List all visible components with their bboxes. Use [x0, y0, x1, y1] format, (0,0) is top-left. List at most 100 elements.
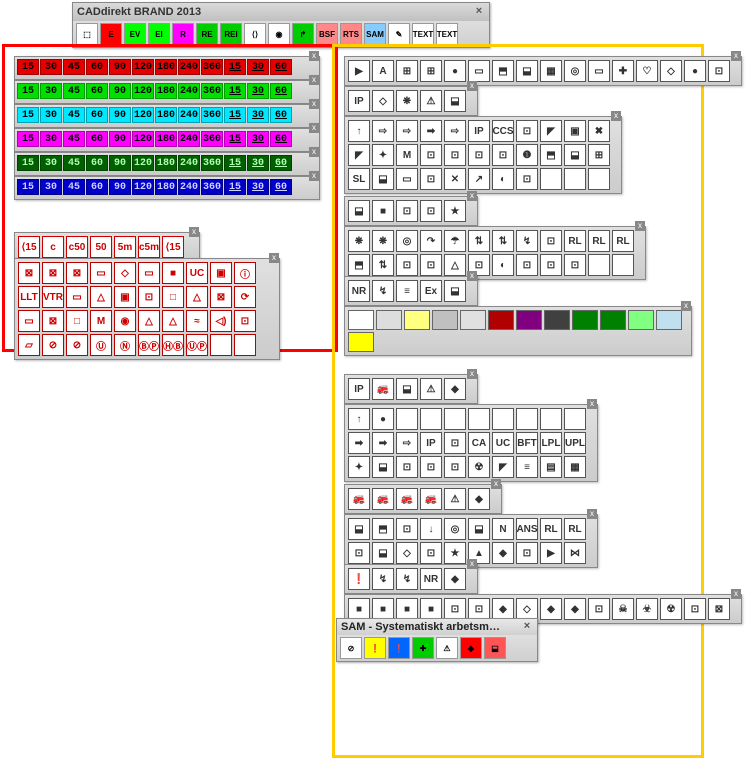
color-swatch[interactable]	[348, 332, 374, 352]
main-titlebar[interactable]: CADdirekt BRAND 2013 ×	[73, 3, 489, 21]
number-cell[interactable]: 360	[201, 179, 223, 195]
color-swatch[interactable]	[460, 310, 486, 330]
color-swatch[interactable]	[600, 310, 626, 330]
symbol-button[interactable]: ◁)	[210, 310, 232, 332]
close-icon[interactable]: x	[309, 147, 319, 157]
close-icon[interactable]: ×	[521, 621, 533, 633]
symbol-button[interactable]: ᴄ50	[66, 236, 88, 258]
symbol-button[interactable]: ■	[372, 598, 394, 620]
number-cell[interactable]: 45	[63, 155, 85, 171]
symbol-button[interactable]: ■	[348, 598, 370, 620]
symbol-button[interactable]: ↗	[468, 168, 490, 190]
toolbar-button[interactable]: ↱	[292, 23, 314, 45]
symbol-button[interactable]: ⊡	[396, 254, 418, 276]
number-cell[interactable]: 360	[201, 131, 223, 147]
symbol-button[interactable]: ↑	[348, 120, 370, 142]
symbol-button[interactable]: ▭	[396, 168, 418, 190]
symbol-button[interactable]: ⊡	[468, 598, 490, 620]
close-icon[interactable]: x	[681, 301, 691, 311]
symbol-button[interactable]: RL	[564, 230, 586, 252]
number-cell[interactable]: 180	[155, 155, 177, 171]
symbol-button[interactable]: ▣	[210, 262, 232, 284]
symbol-button[interactable]: ⊡	[684, 598, 706, 620]
toolbar-button[interactable]: TEXT	[436, 23, 458, 45]
number-cell[interactable]: 30	[40, 83, 62, 99]
symbol-button[interactable]: ◆	[564, 598, 586, 620]
symbol-button[interactable]: ↷	[420, 230, 442, 252]
symbol-button[interactable]: ◤	[348, 144, 370, 166]
symbol-button[interactable]: ■	[396, 598, 418, 620]
symbol-button[interactable]: CCS	[492, 120, 514, 142]
symbol-button[interactable]: ⇨	[396, 120, 418, 142]
number-cell[interactable]: 45	[63, 131, 85, 147]
toolbar-button[interactable]: ⟨⟩	[244, 23, 266, 45]
symbol-button[interactable]: ≈	[186, 310, 208, 332]
symbol-button[interactable]: ⟨15	[162, 236, 184, 258]
number-cell[interactable]: 60	[270, 83, 292, 99]
symbol-button[interactable]	[444, 408, 466, 430]
symbol-button[interactable]: ⊡	[396, 518, 418, 540]
symbol-button[interactable]: ↯	[372, 280, 394, 302]
symbol-button[interactable]: ⊠	[18, 262, 40, 284]
close-icon[interactable]: x	[309, 75, 319, 85]
symbol-button[interactable]: RL	[612, 230, 634, 252]
symbol-button[interactable]: ⬒	[372, 518, 394, 540]
symbol-button[interactable]: ◇	[660, 60, 682, 82]
number-cell[interactable]: 60	[270, 131, 292, 147]
symbol-button[interactable]: ⊡	[516, 120, 538, 142]
number-cell[interactable]: 60	[270, 107, 292, 123]
number-cell[interactable]: 180	[155, 59, 177, 75]
symbol-button[interactable]: NR	[420, 568, 442, 590]
symbol-button[interactable]: ⊡	[468, 144, 490, 166]
symbol-button[interactable]	[564, 408, 586, 430]
symbol-button[interactable]	[588, 168, 610, 190]
symbol-button[interactable]	[492, 408, 514, 430]
symbol-button[interactable]: △	[162, 310, 184, 332]
close-icon[interactable]: x	[731, 589, 741, 599]
number-cell[interactable]: 45	[63, 107, 85, 123]
number-cell[interactable]: 120	[132, 155, 154, 171]
symbol-button[interactable]: ◇	[372, 90, 394, 112]
symbol-button[interactable]: 🚒	[420, 488, 442, 510]
close-icon[interactable]: x	[467, 271, 477, 281]
symbol-button[interactable]: N	[492, 518, 514, 540]
color-swatch[interactable]	[376, 310, 402, 330]
number-cell[interactable]: 240	[178, 59, 200, 75]
number-cell[interactable]: 15	[224, 107, 246, 123]
symbol-button[interactable]: ⬓	[564, 144, 586, 166]
toolbar-button[interactable]: RE	[196, 23, 218, 45]
color-swatch[interactable]	[544, 310, 570, 330]
symbol-button[interactable]: ◎	[396, 230, 418, 252]
number-cell[interactable]: 180	[155, 179, 177, 195]
sam-button[interactable]: ⬓	[484, 637, 506, 659]
color-swatch[interactable]	[348, 310, 374, 330]
symbol-button[interactable]: 🚒	[348, 488, 370, 510]
symbol-button[interactable]: ❗	[348, 568, 370, 590]
close-icon[interactable]: x	[309, 51, 319, 61]
symbol-button[interactable]: 🚒	[372, 378, 394, 400]
symbol-button[interactable]: ↯	[372, 568, 394, 590]
symbol-button[interactable]: ◐	[492, 168, 514, 190]
number-cell[interactable]: 60	[270, 179, 292, 195]
symbol-button[interactable]: SL	[348, 168, 370, 190]
symbol-button[interactable]: ▤	[540, 456, 562, 478]
symbol-button[interactable]: ●	[372, 408, 394, 430]
symbol-button[interactable]: ⊡	[516, 168, 538, 190]
symbol-button[interactable]: ☣	[636, 598, 658, 620]
symbol-button[interactable]: ANS	[516, 518, 538, 540]
symbol-button[interactable]	[564, 168, 586, 190]
symbol-button[interactable]: ⊡	[444, 432, 466, 454]
symbol-button[interactable]: ⊡	[420, 168, 442, 190]
symbol-button[interactable]: ▭	[468, 60, 490, 82]
symbol-button[interactable]: CA	[468, 432, 490, 454]
symbol-button[interactable]: ⟨15	[18, 236, 40, 258]
symbol-button[interactable]: UC	[492, 432, 514, 454]
number-cell[interactable]: 120	[132, 179, 154, 195]
number-cell[interactable]: 240	[178, 107, 200, 123]
number-cell[interactable]: 30	[40, 179, 62, 195]
close-icon[interactable]: x	[309, 123, 319, 133]
number-cell[interactable]: 60	[86, 131, 108, 147]
symbol-button[interactable]: UPL	[564, 432, 586, 454]
close-icon[interactable]: x	[467, 81, 477, 91]
symbol-button[interactable]: ●	[684, 60, 706, 82]
